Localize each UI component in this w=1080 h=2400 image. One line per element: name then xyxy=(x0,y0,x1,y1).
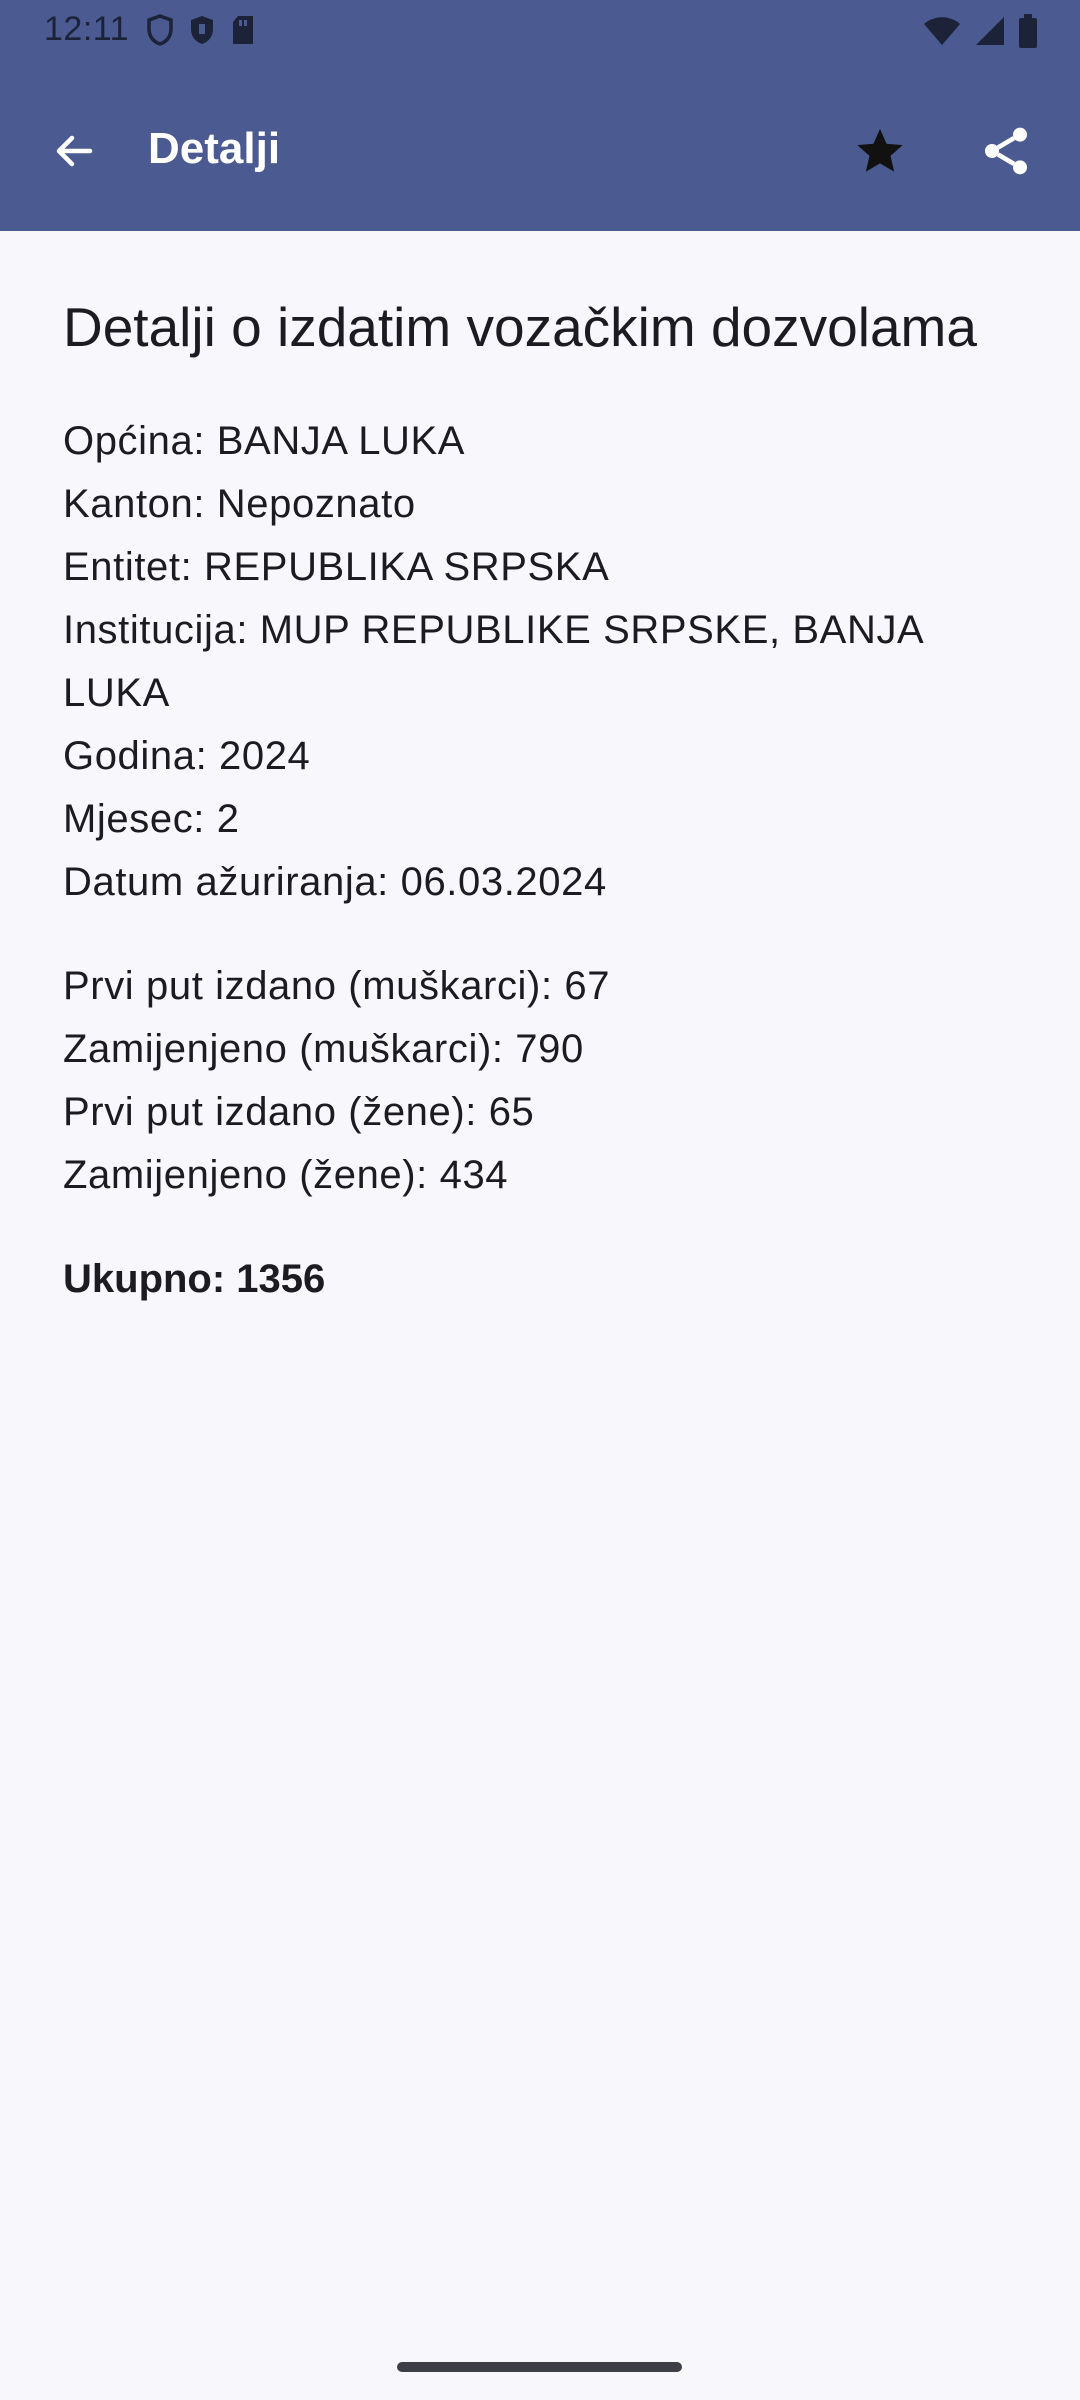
share-icon xyxy=(978,123,1034,184)
app-bar: Detalji xyxy=(0,63,1080,231)
counts-list: Prvi put izdano (muškarci): 67 Zamijenje… xyxy=(63,955,1023,1207)
back-button[interactable] xyxy=(38,117,110,189)
status-bar: 12:11 xyxy=(0,0,1080,63)
share-button[interactable] xyxy=(968,115,1044,191)
app-bar-title: Detalji xyxy=(148,124,281,173)
star-icon xyxy=(852,123,908,184)
detail-updated-date: Datum ažuriranja: 06.03.2024 xyxy=(63,860,607,904)
home-indicator[interactable] xyxy=(397,2362,682,2372)
wifi-icon xyxy=(922,15,962,52)
battery-icon xyxy=(1018,14,1038,53)
detail-month: Mjesec: 2 xyxy=(63,797,240,841)
sd-card-icon xyxy=(230,14,256,51)
count-first-issued-men: Prvi put izdano (muškarci): 67 xyxy=(63,964,611,1008)
status-icons-right xyxy=(922,14,1038,53)
back-arrow-icon xyxy=(50,127,98,180)
total-count: Ukupno: 1356 xyxy=(63,1257,326,1301)
details-list: Općina: BANJA LUKA Kanton: Nepoznato Ent… xyxy=(63,410,1023,914)
details-content: Detalji o izdatim vozačkim dozvolama Opć… xyxy=(63,290,1023,1311)
detail-entity: Entitet: REPUBLIKA SRPSKA xyxy=(63,545,610,589)
count-replaced-men: Zamijenjeno (muškarci): 790 xyxy=(63,1027,584,1071)
status-time: 12:11 xyxy=(44,10,130,48)
shield-filled-icon xyxy=(188,14,216,51)
cell-signal-icon xyxy=(974,15,1006,52)
status-icons-left xyxy=(146,14,256,51)
detail-institution: Institucija: MUP REPUBLIKE SRPSKE, BANJA… xyxy=(63,608,923,715)
count-first-issued-women: Prvi put izdano (žene): 65 xyxy=(63,1090,535,1134)
favorite-button[interactable] xyxy=(842,115,918,191)
detail-municipality: Općina: BANJA LUKA xyxy=(63,419,466,463)
detail-canton: Kanton: Nepoznato xyxy=(63,482,416,526)
detail-year: Godina: 2024 xyxy=(63,734,311,778)
page-title: Detalji o izdatim vozačkim dozvolama xyxy=(63,296,977,358)
count-replaced-women: Zamijenjeno (žene): 434 xyxy=(63,1153,509,1197)
shield-outline-icon xyxy=(146,14,174,51)
